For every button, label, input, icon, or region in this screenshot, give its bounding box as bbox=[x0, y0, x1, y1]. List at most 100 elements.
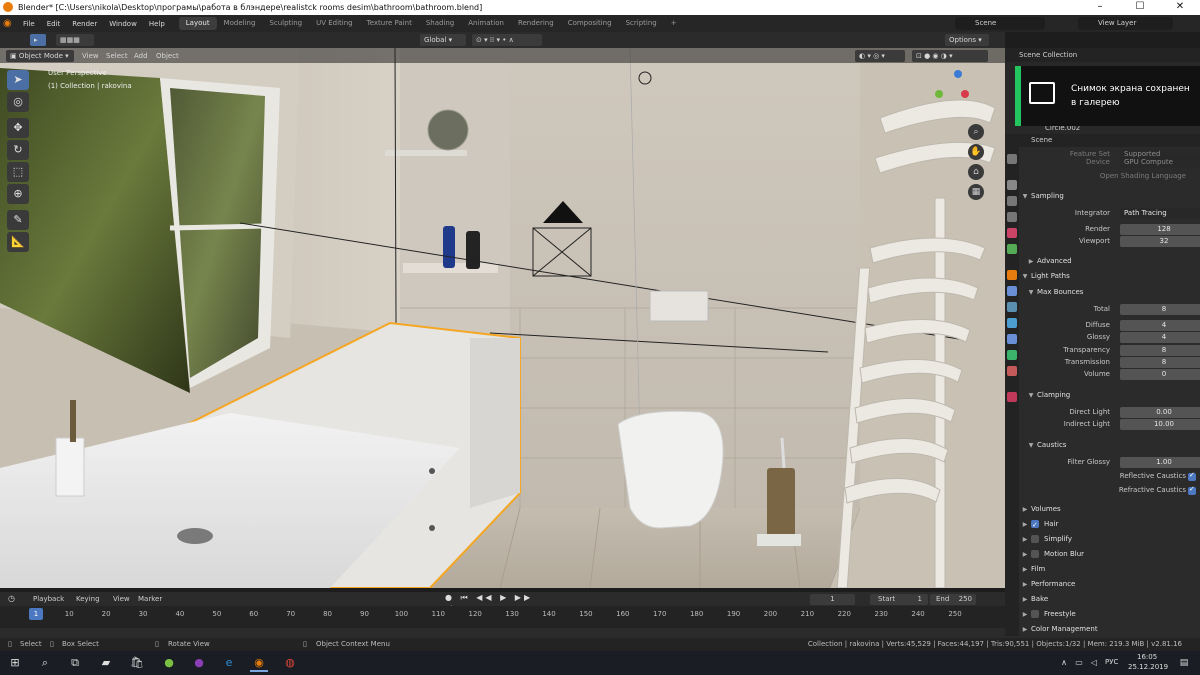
light-paths-panel-header[interactable]: ▼ Light Paths bbox=[1019, 269, 1200, 283]
tab-texture-paint[interactable]: Texture Paint bbox=[360, 17, 419, 30]
tab-uv-editing[interactable]: UV Editing bbox=[309, 17, 360, 30]
performance-panel-header[interactable]: ▶ Performance bbox=[1019, 577, 1200, 591]
timeline-playback-menu[interactable]: Playback bbox=[33, 595, 64, 603]
volume-icon[interactable]: ◁ bbox=[1085, 654, 1103, 672]
scene-tab-icon[interactable] bbox=[1007, 228, 1017, 238]
view-layer-tab-icon[interactable] bbox=[1007, 212, 1017, 222]
menu-select[interactable]: Select bbox=[102, 50, 132, 62]
device-dropdown[interactable]: GPU Compute bbox=[1120, 157, 1200, 168]
menu-window[interactable]: Window bbox=[103, 20, 143, 28]
render-samples-field[interactable]: 128 bbox=[1120, 224, 1200, 235]
file-explorer-icon[interactable]: ▰ bbox=[97, 654, 115, 672]
refractive-caustics-checkbox[interactable] bbox=[1188, 485, 1196, 495]
options-dropdown[interactable]: Options ▾ bbox=[945, 34, 989, 46]
motion-blur-checkbox[interactable] bbox=[1031, 550, 1039, 558]
volumes-panel-header[interactable]: ▶ Volumes bbox=[1019, 502, 1200, 516]
freestyle-checkbox[interactable] bbox=[1031, 610, 1039, 618]
notifications-icon[interactable]: ▤ bbox=[1175, 654, 1193, 672]
menu-render[interactable]: Render bbox=[66, 20, 103, 28]
blender-taskbar-icon[interactable]: ◉ bbox=[250, 654, 268, 672]
tab-sculpting[interactable]: Sculpting bbox=[262, 17, 309, 30]
search-icon[interactable]: ⌕ bbox=[36, 654, 54, 672]
navigation-gizmo[interactable] bbox=[935, 70, 979, 114]
tab-shading[interactable]: Shading bbox=[419, 17, 461, 30]
tool-tab-icon[interactable] bbox=[1007, 154, 1017, 164]
color-management-panel-header[interactable]: ▶ Color Management bbox=[1019, 622, 1200, 636]
constraints-tab-icon[interactable] bbox=[1007, 334, 1017, 344]
direct-light-field[interactable]: 0.00 bbox=[1120, 407, 1200, 418]
select-box-tool[interactable]: ➤ bbox=[7, 70, 29, 90]
indirect-light-field[interactable]: 10.00 bbox=[1120, 419, 1200, 430]
bake-panel-header[interactable]: ▶ Bake bbox=[1019, 592, 1200, 606]
outliner-scene-collection[interactable]: Scene Collection bbox=[1019, 51, 1077, 59]
clock-time[interactable]: 16:05 bbox=[1137, 653, 1157, 661]
film-panel-header[interactable]: ▶ Film bbox=[1019, 562, 1200, 576]
caustics-subpanel[interactable]: ▼ Caustics bbox=[1025, 438, 1200, 452]
output-tab-icon[interactable] bbox=[1007, 196, 1017, 206]
3d-viewport[interactable]: ▣ Object Mode ▾ View Select Add Object ◐… bbox=[0, 48, 1005, 588]
minimize-button[interactable]: – bbox=[1080, 0, 1120, 15]
menu-help[interactable]: Help bbox=[143, 20, 171, 28]
clamping-subpanel[interactable]: ▼ Clamping bbox=[1025, 388, 1200, 402]
object-tab-icon[interactable] bbox=[1007, 270, 1017, 280]
maximize-button[interactable]: ☐ bbox=[1120, 0, 1160, 15]
tab-animation[interactable]: Animation bbox=[461, 17, 511, 30]
volume-bounces-field[interactable]: 0 bbox=[1120, 369, 1200, 380]
end-frame-field[interactable]: End 250 bbox=[930, 594, 976, 605]
tab-compositing[interactable]: Compositing bbox=[561, 17, 619, 30]
freestyle-panel-header[interactable]: ▶ Freestyle bbox=[1019, 607, 1200, 621]
simplify-checkbox[interactable] bbox=[1031, 535, 1039, 543]
viewport-samples-field[interactable]: 32 bbox=[1120, 236, 1200, 247]
view-layer-selector[interactable]: View Layer bbox=[1078, 17, 1173, 30]
annotate-tool[interactable]: ✎ bbox=[7, 210, 29, 230]
store-icon[interactable]: 🛍 bbox=[128, 654, 146, 672]
menu-object[interactable]: Object bbox=[152, 50, 183, 62]
scale-tool[interactable]: ⬚ bbox=[7, 162, 29, 182]
current-frame-field[interactable]: 1 bbox=[810, 594, 855, 605]
move-tool[interactable]: ✥ bbox=[7, 118, 29, 138]
edge-icon[interactable]: e bbox=[220, 654, 238, 672]
select-mode-buttons[interactable]: ▦▦▦ bbox=[56, 34, 94, 46]
particles-tab-icon[interactable] bbox=[1007, 302, 1017, 312]
tab-rendering[interactable]: Rendering bbox=[511, 17, 561, 30]
reflective-caustics-checkbox[interactable] bbox=[1188, 471, 1196, 481]
tab-modeling[interactable]: Modeling bbox=[217, 17, 263, 30]
world-tab-icon[interactable] bbox=[1007, 244, 1017, 254]
render-tab-icon[interactable] bbox=[1007, 180, 1017, 190]
windows-start-icon[interactable]: ⊞ bbox=[6, 654, 24, 672]
overlay-toggles[interactable]: ◐ ▾ ◎ ▾ bbox=[855, 50, 905, 62]
playback-controls[interactable]: ● ⏮ ◀◀ ▶ ▶▶ ⏭ bbox=[445, 593, 535, 612]
close-button[interactable]: ✕ bbox=[1160, 0, 1200, 15]
menu-add[interactable]: Add bbox=[130, 50, 152, 62]
data-tab-icon[interactable] bbox=[1007, 350, 1017, 360]
menu-view[interactable]: View bbox=[78, 50, 103, 62]
camera-view-icon[interactable]: ⌂ bbox=[968, 164, 984, 180]
transform-orientation-dropdown[interactable]: Global ▾ bbox=[420, 34, 466, 46]
total-bounces-field[interactable]: 8 bbox=[1120, 304, 1200, 315]
hair-panel-header[interactable]: ▶Hair bbox=[1019, 517, 1200, 532]
x-axis-icon[interactable] bbox=[961, 90, 969, 98]
physics-tab-icon[interactable] bbox=[1007, 318, 1017, 328]
hair-checkbox[interactable] bbox=[1031, 518, 1039, 532]
simplify-panel-header[interactable]: ▶ Simplify bbox=[1019, 532, 1200, 546]
max-bounces-subpanel[interactable]: ▼ Max Bounces bbox=[1025, 285, 1200, 299]
scene-selector[interactable]: Scene bbox=[955, 17, 1045, 30]
z-axis-icon[interactable] bbox=[954, 70, 962, 78]
glossy-bounces-field[interactable]: 4 bbox=[1120, 332, 1200, 343]
transmission-bounces-field[interactable]: 8 bbox=[1120, 357, 1200, 368]
transform-tool[interactable]: ⊕ bbox=[7, 184, 29, 204]
clock-date[interactable]: 25.12.2019 bbox=[1128, 663, 1168, 671]
task-view-icon[interactable]: ⧉ bbox=[66, 654, 84, 672]
y-axis-icon[interactable] bbox=[935, 90, 943, 98]
sampling-panel-header[interactable]: ▼ Sampling bbox=[1019, 189, 1200, 203]
shading-buttons[interactable]: ⊡ ● ◉ ◑ ▾ bbox=[912, 50, 988, 62]
filter-glossy-field[interactable]: 1.00 bbox=[1120, 457, 1200, 468]
tab-scripting[interactable]: Scripting bbox=[619, 17, 664, 30]
integrator-dropdown[interactable]: Path Tracing bbox=[1120, 208, 1200, 219]
material-tab-icon[interactable] bbox=[1007, 366, 1017, 376]
pivot-snap-buttons[interactable]: ⊙ ▾ ⁞⁞ ▾ • ∧ bbox=[472, 34, 542, 46]
timeline-view-menu[interactable]: View bbox=[113, 595, 130, 603]
tab-layout[interactable]: Layout bbox=[178, 17, 217, 30]
menu-edit[interactable]: Edit bbox=[41, 20, 67, 28]
timeline-keying-menu[interactable]: Keying bbox=[76, 595, 100, 603]
